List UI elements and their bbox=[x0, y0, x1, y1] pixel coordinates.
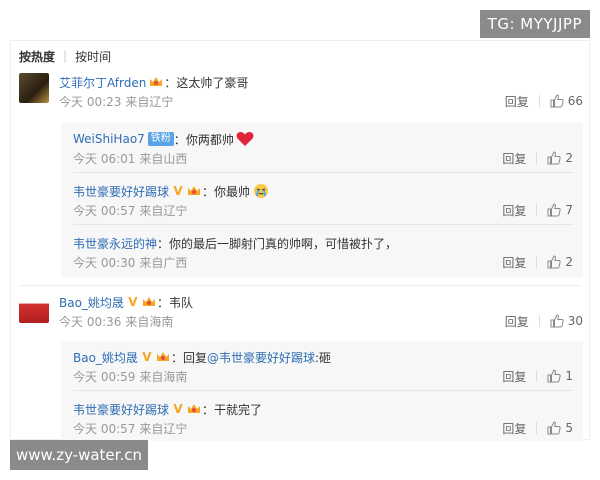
like-count: 2 bbox=[565, 255, 573, 269]
like-count: 7 bbox=[565, 203, 573, 217]
reply-time: 今天 06:01 bbox=[73, 151, 136, 166]
reply-divider bbox=[73, 172, 573, 173]
comment-divider bbox=[19, 285, 581, 286]
colon-separator: ： bbox=[202, 402, 215, 417]
username-link[interactable]: Bao_姚均晟 bbox=[59, 294, 124, 311]
thumbs-up-icon[interactable] bbox=[547, 151, 562, 165]
reply-location: 来自辽宁 bbox=[139, 421, 188, 436]
comment-time: 今天 00:23 bbox=[59, 94, 122, 109]
reply-time: 今天 00:59 bbox=[73, 369, 136, 384]
like-count: 30 bbox=[567, 314, 583, 328]
action-divider bbox=[536, 256, 538, 268]
comment-item: 艾菲尔丁Afrden ： 这太帅了豪哥 今天 00:23 来自辽宁 回复 66 bbox=[19, 73, 583, 117]
thumbs-up-icon[interactable] bbox=[547, 369, 562, 383]
verified-v-icon: V bbox=[128, 295, 138, 309]
reply-button[interactable]: 回复 bbox=[505, 313, 529, 330]
reply-location: 来自海南 bbox=[139, 369, 188, 384]
thumbs-up-icon[interactable] bbox=[550, 94, 564, 108]
reply-item: 韦世豪要好好踢球 V ： 干就完了 今天 00:57 来自辽宁 回复 5 bbox=[73, 400, 573, 438]
username-link[interactable]: 韦世豪要好好踢球 bbox=[73, 401, 169, 418]
thumbs-up-icon[interactable] bbox=[550, 314, 564, 328]
reply-button[interactable]: 回复 bbox=[502, 254, 526, 271]
action-divider bbox=[536, 370, 538, 382]
reply-location: 来自山西 bbox=[139, 151, 188, 166]
avatar[interactable] bbox=[19, 73, 49, 103]
sort-by-hot-tab[interactable]: 按热度 bbox=[19, 48, 55, 65]
like-count: 2 bbox=[565, 151, 573, 165]
watermark-top: TG: MYYJJPP bbox=[479, 10, 590, 38]
reply-time: 今天 00:57 bbox=[73, 203, 136, 218]
reply-button[interactable]: 回复 bbox=[505, 93, 529, 110]
reply-button[interactable]: 回复 bbox=[502, 202, 526, 219]
action-divider bbox=[538, 95, 540, 107]
reply-item: Bao_姚均晟 V ： 回复 @韦世豪要好好踢球 :砸 今天 00:59 来自海… bbox=[73, 348, 573, 386]
crown-badge-icon bbox=[188, 186, 201, 195]
colon-separator: ： bbox=[202, 184, 215, 199]
fan-badge: 铁粉 bbox=[147, 132, 174, 146]
reply-time: 今天 00:57 bbox=[73, 421, 136, 436]
crying-emoji-icon bbox=[254, 184, 269, 198]
reply-text: 你两都帅 bbox=[185, 132, 234, 147]
colon-separator: ： bbox=[157, 236, 170, 251]
avatar[interactable] bbox=[19, 293, 49, 323]
action-divider bbox=[536, 152, 538, 164]
comment-text: 这太帅了豪哥 bbox=[176, 75, 249, 90]
reply-text: 你的最后一脚射门真的帅啊，可惜被扑了， bbox=[169, 236, 398, 251]
reply-item: 韦世豪要好好踢球 V ： 你最帅 今天 00:57 来自辽宁 回复 7 bbox=[73, 182, 573, 220]
reply-button[interactable]: 回复 bbox=[502, 420, 526, 437]
reply-location: 来自广西 bbox=[139, 255, 188, 270]
reply-divider bbox=[73, 390, 573, 391]
username-link[interactable]: WeiShiHao7 bbox=[73, 132, 145, 146]
action-divider bbox=[536, 204, 538, 216]
sort-by-time-tab[interactable]: 按时间 bbox=[75, 48, 111, 65]
crown-badge-icon bbox=[150, 77, 163, 86]
comment-location: 来自海南 bbox=[125, 314, 174, 329]
colon-separator: ： bbox=[170, 350, 183, 365]
verified-v-icon: V bbox=[142, 350, 152, 364]
verified-v-icon: V bbox=[173, 402, 183, 416]
reply-text: 你最帅 bbox=[214, 184, 251, 199]
username-link[interactable]: 艾菲尔丁Afrden bbox=[59, 74, 146, 91]
colon-separator: ： bbox=[173, 132, 186, 147]
comment-text: 韦队 bbox=[168, 295, 193, 310]
reply-item: 韦世豪永远的神 ： 你的最后一脚射门真的帅啊，可惜被扑了， 今天 00:30 来… bbox=[73, 234, 573, 272]
crown-badge-icon bbox=[142, 297, 155, 306]
thumbs-up-icon[interactable] bbox=[547, 255, 562, 269]
comment-panel: 按热度 | 按时间 艾菲尔丁Afrden ： 这太帅了豪哥 今天 00:23 来… bbox=[10, 40, 590, 441]
reply-thread: Bao_姚均晟 V ： 回复 @韦世豪要好好踢球 :砸 今天 00:59 来自海… bbox=[61, 341, 583, 441]
reply-location: 来自辽宁 bbox=[139, 203, 188, 218]
username-link[interactable]: 韦世豪要好好踢球 bbox=[73, 183, 169, 200]
action-divider bbox=[538, 315, 540, 327]
reply-button[interactable]: 回复 bbox=[502, 150, 526, 167]
colon-separator: ： bbox=[156, 295, 169, 310]
colon-separator: ： bbox=[164, 75, 177, 90]
heart-icon bbox=[236, 132, 254, 146]
crown-badge-icon bbox=[156, 352, 169, 361]
like-count: 1 bbox=[565, 369, 573, 383]
crown-badge-icon bbox=[188, 404, 201, 413]
reply-thread: WeiShiHao7 铁粉 ： 你两都帅 今天 06:01 来自山西 回复 2 … bbox=[61, 123, 583, 277]
reply-text: 干就完了 bbox=[214, 402, 263, 417]
thumbs-up-icon[interactable] bbox=[547, 421, 562, 435]
comment-location: 来自辽宁 bbox=[125, 94, 174, 109]
comment-item: Bao_姚均晟 V ： 韦队 今天 00:36 来自海南 回复 30 bbox=[19, 293, 583, 337]
action-divider bbox=[536, 422, 538, 434]
sort-bar: 按热度 | 按时间 bbox=[19, 47, 111, 65]
thumbs-up-icon[interactable] bbox=[547, 203, 562, 217]
watermark-bottom: www.zy-water.cn bbox=[10, 440, 148, 470]
reply-time: 今天 00:30 bbox=[73, 255, 136, 270]
reply-prefix: 回复 bbox=[182, 350, 207, 365]
reply-button[interactable]: 回复 bbox=[502, 368, 526, 385]
sort-separator: | bbox=[63, 49, 68, 63]
reply-text: :砸 bbox=[314, 350, 332, 365]
comment-time: 今天 00:36 bbox=[59, 314, 122, 329]
reply-divider bbox=[73, 224, 573, 225]
reply-item: WeiShiHao7 铁粉 ： 你两都帅 今天 06:01 来自山西 回复 2 bbox=[73, 130, 573, 168]
username-link[interactable]: 韦世豪永远的神 bbox=[73, 235, 157, 252]
like-count: 66 bbox=[567, 94, 583, 108]
like-count: 5 bbox=[565, 421, 573, 435]
mention-link[interactable]: @韦世豪要好好踢球 bbox=[207, 349, 315, 366]
username-link[interactable]: Bao_姚均晟 bbox=[73, 349, 138, 366]
verified-v-icon: V bbox=[173, 184, 183, 198]
